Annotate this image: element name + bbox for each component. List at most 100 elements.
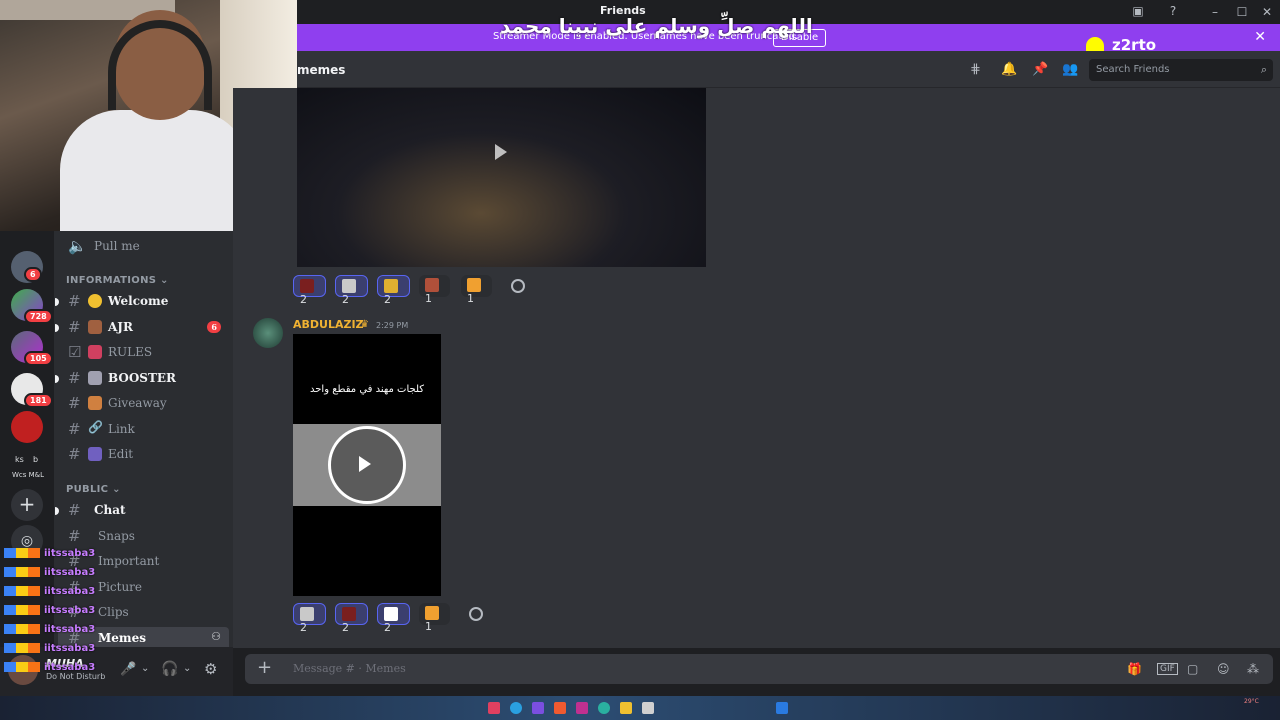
stream-chat-row: iitssaba3 xyxy=(4,586,95,604)
chat-username: iitssaba3 xyxy=(44,586,96,597)
chat-badge-icons xyxy=(4,567,40,577)
server-icon[interactable] xyxy=(11,411,43,443)
hash-icon: # xyxy=(68,369,81,387)
apps-icon[interactable]: ⁂ xyxy=(1247,662,1259,676)
stream-overlay-text: اللهم صلِّ وسلم على نبينا محمد xyxy=(500,14,813,38)
taskbar: 29°C xyxy=(0,696,1280,720)
threads-icon[interactable]: ⋕ xyxy=(970,62,981,77)
reaction-emoji-icon xyxy=(384,279,398,293)
add-server-icon[interactable]: + xyxy=(11,489,43,521)
reaction-button[interactable]: 1 xyxy=(419,603,450,633)
pin-icon[interactable]: 📌 xyxy=(1032,62,1048,77)
message-composer[interactable]: + Message # · Memes 🎁 GIF ▢ ☺ ⁂ xyxy=(245,654,1273,684)
server-badge: 6 xyxy=(24,267,42,282)
server-badge: 181 xyxy=(24,393,53,408)
server-text: b xyxy=(33,455,39,464)
speaker-icon: 🔈 xyxy=(68,237,87,255)
chat-badge-icons xyxy=(4,586,40,596)
reaction-button[interactable]: 2 xyxy=(377,603,410,634)
close-banner-icon[interactable]: ✕ xyxy=(1254,29,1266,45)
reaction-button[interactable]: 1 xyxy=(461,275,492,305)
add-reaction-icon[interactable] xyxy=(511,279,525,293)
reaction-emoji-icon xyxy=(300,279,314,293)
play-icon[interactable] xyxy=(495,144,507,160)
windows-icon[interactable] xyxy=(776,702,788,714)
reaction-count: 2 xyxy=(384,293,391,306)
chat-username: iitssaba3 xyxy=(44,548,96,559)
channel-rules[interactable]: ☑ RULES xyxy=(58,341,229,365)
edge-icon[interactable] xyxy=(598,702,610,714)
reaction-button[interactable]: 2 xyxy=(335,275,368,306)
video-attachment[interactable] xyxy=(297,88,706,267)
channel-chat[interactable]: # Chat xyxy=(55,499,229,523)
reaction-button[interactable]: 1 xyxy=(419,275,450,305)
reaction-button[interactable]: 2 xyxy=(293,275,326,306)
message-author[interactable]: ABDULAZIZ xyxy=(293,318,364,331)
video-attachment[interactable]: كلجات مهند في مقطع واحد xyxy=(293,334,441,596)
gift-icon[interactable]: 🎁 xyxy=(1127,662,1142,676)
stream-chat-row: iitssaba3 xyxy=(4,662,95,680)
channel-link[interactable]: # 🔗 Link xyxy=(58,418,229,442)
reaction-count: 2 xyxy=(342,293,349,306)
channel-booster[interactable]: # BOOSTER xyxy=(55,367,229,391)
hash-icon: # xyxy=(68,318,81,336)
app-icon[interactable] xyxy=(576,702,588,714)
reaction-button[interactable]: 2 xyxy=(293,603,326,634)
emoji-icon xyxy=(88,345,102,359)
play-icon xyxy=(359,456,371,472)
reaction-count: 2 xyxy=(300,293,307,306)
bell-icon[interactable]: 🔔 xyxy=(1001,62,1017,77)
telegram-icon[interactable] xyxy=(510,702,522,714)
gif-icon[interactable]: GIF xyxy=(1157,663,1178,675)
close-window-icon[interactable]: ✕ xyxy=(1260,5,1274,19)
channel-giveaway[interactable]: # Giveaway xyxy=(58,392,229,416)
add-reaction-icon[interactable] xyxy=(469,607,483,621)
reaction-button[interactable]: 2 xyxy=(377,275,410,306)
app-icon[interactable] xyxy=(488,702,500,714)
search-input[interactable]: Search Friends ⌕ xyxy=(1089,59,1273,81)
mention-badge: 6 xyxy=(207,321,221,333)
folder-icon[interactable] xyxy=(620,702,632,714)
members-icon[interactable]: 👥 xyxy=(1062,62,1078,77)
server-badge: 728 xyxy=(24,309,53,324)
brave-icon[interactable] xyxy=(554,702,566,714)
reaction-emoji-icon xyxy=(300,607,314,621)
message-input[interactable]: Message # · Memes xyxy=(293,662,406,675)
channel-welcome[interactable]: # Welcome xyxy=(55,290,229,314)
app-icon[interactable] xyxy=(532,702,544,714)
reaction-count: 2 xyxy=(384,621,391,634)
inbox-icon[interactable]: ▣ xyxy=(1131,4,1145,18)
chat-badge-icons xyxy=(4,624,40,634)
app-icon[interactable] xyxy=(642,702,654,714)
voice-channel-pull-me[interactable]: 🔈 Pull me xyxy=(58,235,229,259)
avatar[interactable] xyxy=(253,318,283,348)
stream-chat-overlay: iitssaba3 iitssaba3 iitssaba3 iitssaba3 iits… xyxy=(4,548,234,678)
reaction-emoji-icon xyxy=(342,279,356,293)
category-public[interactable]: PUBLIC ⌄ xyxy=(66,484,121,495)
hash-icon: # xyxy=(68,394,81,412)
chat-badge-icons xyxy=(4,548,40,558)
help-icon[interactable]: ? xyxy=(1166,4,1180,18)
stream-chat-row: iitssaba3 xyxy=(4,643,95,661)
maximize-icon[interactable]: ☐ xyxy=(1235,5,1249,19)
message-timestamp: 2:29 PM xyxy=(376,321,409,330)
minimize-icon[interactable]: – xyxy=(1208,5,1222,19)
emoji-icon[interactable]: ☺ xyxy=(1217,662,1230,676)
reaction-emoji-icon xyxy=(425,606,439,620)
channel-edit[interactable]: # Edit xyxy=(58,443,229,467)
hash-icon: # xyxy=(68,501,81,519)
add-attachment-icon[interactable]: + xyxy=(257,657,272,678)
category-informations[interactable]: INFORMATIONS ⌄ xyxy=(66,275,169,286)
chat-username: iitssaba3 xyxy=(44,643,96,654)
sticker-icon[interactable]: ▢ xyxy=(1187,662,1198,676)
reaction-button[interactable]: 2 xyxy=(335,603,368,634)
emoji-icon xyxy=(88,320,102,334)
play-button[interactable] xyxy=(328,426,406,504)
crown-icon: ♛ xyxy=(360,319,369,330)
stream-chat-row: iitssaba3 xyxy=(4,624,95,642)
hash-icon: # xyxy=(68,527,81,545)
channel-snaps[interactable]: # Snaps xyxy=(58,525,229,549)
star-icon xyxy=(88,294,102,308)
reaction-count: 2 xyxy=(300,621,307,634)
channel-ajr[interactable]: # AJR 6 xyxy=(55,316,229,340)
